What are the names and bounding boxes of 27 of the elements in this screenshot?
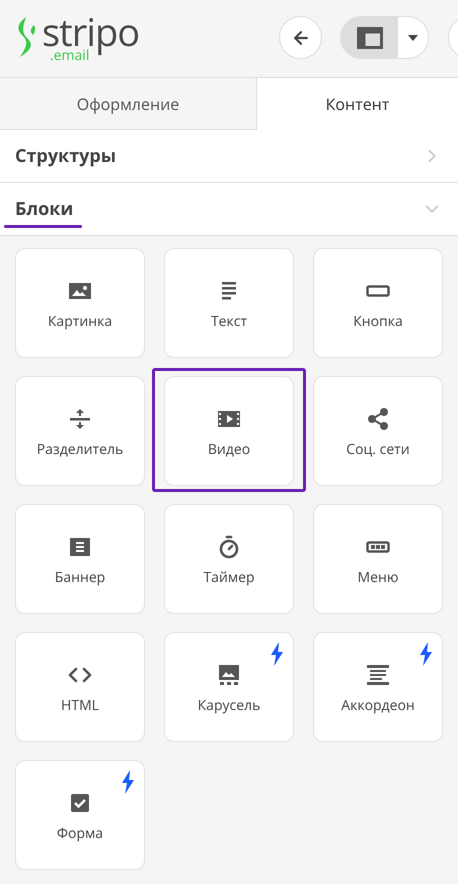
- block-tile[interactable]: Текст: [164, 248, 294, 358]
- block-tile[interactable]: Кнопка: [313, 248, 443, 358]
- section-title: Структуры: [15, 144, 116, 168]
- block-tile[interactable]: Баннер: [15, 504, 145, 614]
- section-header[interactable]: Структуры: [0, 130, 458, 183]
- divider-arrows-icon: [68, 406, 92, 430]
- accordion-icon: [366, 662, 390, 686]
- block-tile[interactable]: Меню: [313, 504, 443, 614]
- block-tile[interactable]: Форма: [15, 760, 145, 870]
- tab[interactable]: Контент: [256, 78, 458, 130]
- section-header[interactable]: Блоки: [0, 183, 458, 236]
- block-tile[interactable]: Разделитель: [15, 376, 145, 486]
- block-tile[interactable]: Таймер: [164, 504, 294, 614]
- timer-icon: [217, 534, 241, 558]
- layout-icon: [356, 26, 382, 48]
- block-tile[interactable]: Видео: [164, 376, 294, 486]
- block-tile[interactable]: HTML: [15, 632, 145, 742]
- section-title: Блоки: [15, 197, 74, 221]
- caret-icon: [408, 34, 418, 40]
- back-button[interactable]: [279, 16, 322, 59]
- layout-toggle-button[interactable]: [341, 17, 398, 58]
- share-icon: [366, 406, 390, 430]
- block-tile[interactable]: Соц. сети: [313, 376, 443, 486]
- carousel-icon: [217, 662, 241, 686]
- block-tile[interactable]: Аккордеон: [313, 632, 443, 742]
- block-tile[interactable]: Карусель: [164, 632, 294, 742]
- block-tile[interactable]: Картинка: [15, 248, 145, 358]
